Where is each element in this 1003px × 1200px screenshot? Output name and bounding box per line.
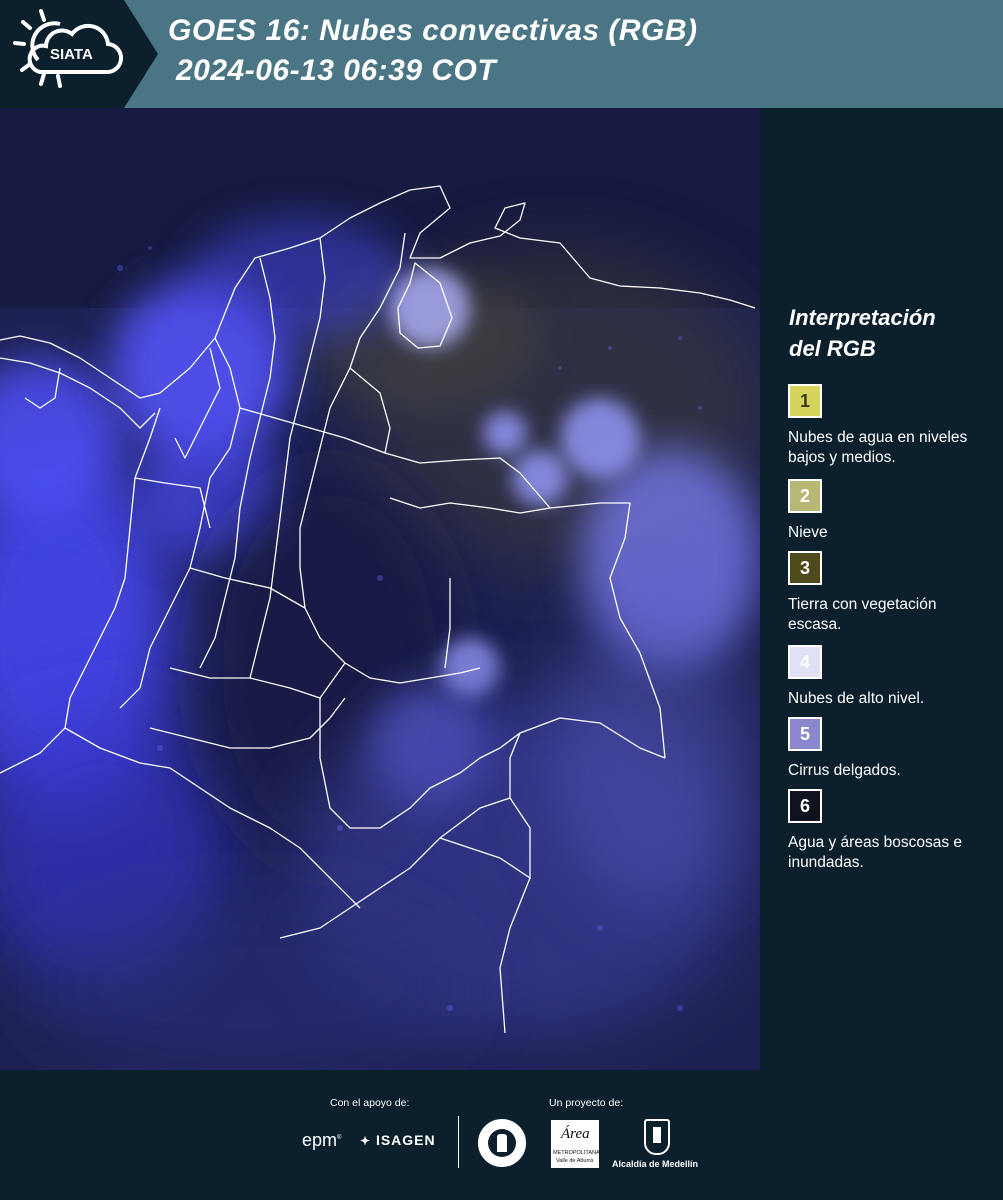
legend-num-3: 3 xyxy=(799,557,810,578)
area-metropolitana-logo: Área METROPOLITANA Valle de Aburrá xyxy=(551,1120,600,1168)
legend-swatch-4: 4 xyxy=(788,645,822,679)
legend-panel: Interpretación del RGB 1 Nubes de agua e… xyxy=(760,108,1003,1070)
alcaldia-text: Alcaldía de Medellín xyxy=(612,1159,699,1169)
legend-label-6: Agua y áreas boscosas e inundadas. xyxy=(788,834,963,871)
area-subtext-2: Valle de Aburrá xyxy=(556,1158,594,1164)
area-subtext: METROPOLITANA xyxy=(553,1150,600,1156)
legend-num-2: 2 xyxy=(799,485,810,506)
title-line-1: GOES 16: Nubes convectivas (RGB) xyxy=(168,14,698,47)
satellite-map[interactable] xyxy=(0,108,760,1070)
siata-logo: SIATA xyxy=(0,0,158,108)
legend-num-1: 1 xyxy=(799,390,810,411)
isagen-text: ISAGEN xyxy=(375,1132,436,1148)
alcaldia-shield-icon xyxy=(644,1119,670,1155)
footer: Con el apoyo de: Un proyecto de: epm® ✦ … xyxy=(0,1070,1003,1200)
logo-text: SIATA xyxy=(50,46,93,63)
legend-swatch-1: 1 xyxy=(788,384,822,418)
legend-title: Interpretación del RGB xyxy=(789,302,989,364)
legend-title-line-2: del RGB xyxy=(789,336,876,361)
legend-num-5: 5 xyxy=(799,723,810,744)
header: SIATA GOES 16: Nubes convectivas (RGB) 2… xyxy=(0,0,1003,108)
legend-num-6: 6 xyxy=(799,795,810,816)
area-text: Área xyxy=(561,1126,590,1142)
legend-item-4: 4 Nubes de alto nivel. xyxy=(788,645,993,709)
title-line-2: 2024-06-13 06:39 COT xyxy=(176,54,497,87)
isagen-icon: ✦ xyxy=(360,1134,372,1148)
project-label: Un proyecto de: xyxy=(549,1097,624,1109)
legend-num-4: 4 xyxy=(799,651,810,672)
legend-label-1: Nubes de agua en niveles bajos y medios. xyxy=(788,429,968,466)
legend-item-6: 6 Agua y áreas boscosas e inundadas. xyxy=(788,789,993,873)
legend-title-line-1: Interpretación xyxy=(789,305,936,330)
legend-swatch-3: 3 xyxy=(788,551,822,585)
epm-logo: epm® xyxy=(302,1130,342,1150)
legend-label-5: Cirrus delgados. xyxy=(788,762,901,779)
legend-item-2: 2 Nieve xyxy=(788,479,993,543)
isagen-logo: ✦ ISAGEN xyxy=(360,1132,436,1148)
legend-item-1: 1 Nubes de agua en niveles bajos y medio… xyxy=(788,384,993,468)
medellin-seal-icon xyxy=(478,1119,526,1167)
legend-label-4: Nubes de alto nivel. xyxy=(788,690,925,707)
legend-label-2: Nieve xyxy=(788,524,828,541)
legend-swatch-2: 2 xyxy=(788,479,822,513)
legend-swatch-5: 5 xyxy=(788,717,822,751)
epm-text: epm xyxy=(302,1130,338,1150)
legend-item-3: 3 Tierra con vegetación escasa. xyxy=(788,551,993,635)
legend-label-3: Tierra con vegetación escasa. xyxy=(788,596,937,633)
support-label: Con el apoyo de: xyxy=(330,1097,410,1109)
legend-item-5: 5 Cirrus delgados. xyxy=(788,717,993,781)
legend-swatch-6: 6 xyxy=(788,789,822,823)
footer-divider xyxy=(458,1116,459,1168)
